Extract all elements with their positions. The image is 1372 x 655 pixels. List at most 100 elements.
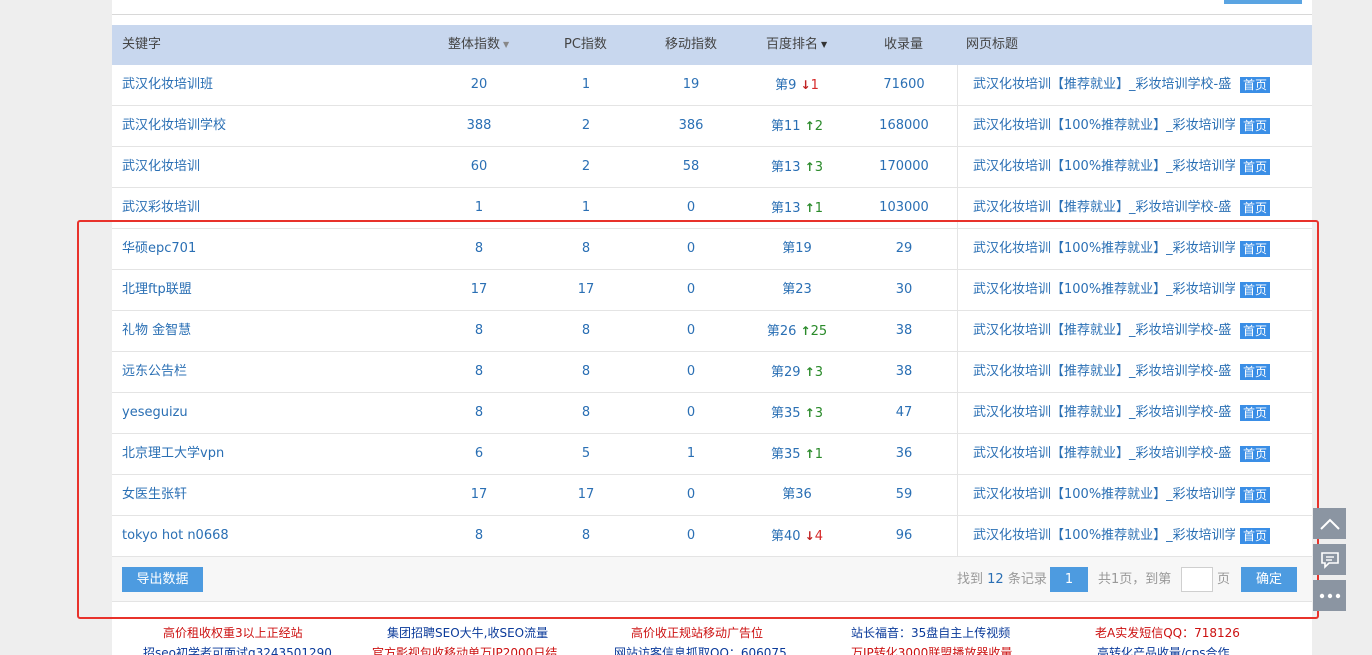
- divider: [112, 14, 1312, 15]
- ad-link[interactable]: 招seo初学者可面试q3243501290: [143, 644, 332, 655]
- indexed-count: 168000: [879, 118, 929, 133]
- keyword-link[interactable]: 礼物 金智慧: [122, 311, 191, 351]
- keyword-link[interactable]: 武汉化妆培训: [122, 147, 200, 187]
- table-row: yeseguizu 8 8 0 第35 ↑3 47 武汉化妆培训【推荐就业】_彩妆培训学校-…: [112, 393, 1312, 434]
- indexed-count: 29: [895, 241, 913, 256]
- baidu-rank: 第26 ↑25: [742, 311, 852, 351]
- baidu-rank: 第23: [742, 270, 852, 310]
- keyword-link[interactable]: yeseguizu: [122, 393, 188, 433]
- page-title-link[interactable]: 武汉化妆培训【推荐就业】_彩妆培训学校-盛: [973, 352, 1235, 392]
- page-title-link[interactable]: 武汉化妆培训【100%推荐就业】_彩妆培训学: [973, 106, 1235, 146]
- homepage-badge[interactable]: 首页: [1240, 528, 1271, 544]
- keyword-link[interactable]: 武汉化妆培训班: [122, 65, 213, 105]
- page-title-link[interactable]: 武汉化妆培训【推荐就业】_彩妆培训学校-盛: [973, 393, 1235, 433]
- homepage-badge[interactable]: 首页: [1240, 118, 1271, 134]
- page-title-link[interactable]: 武汉化妆培训【推荐就业】_彩妆培训学校-盛: [973, 311, 1235, 351]
- header-overall-index[interactable]: 整体指数 ▼: [448, 25, 509, 65]
- back-to-top-button[interactable]: [1313, 508, 1346, 539]
- page-title-link[interactable]: 武汉化妆培训【推荐就业】_彩妆培训学校-盛: [973, 65, 1235, 105]
- ad-link[interactable]: 集团招聘SEO大牛,收SEO流量: [387, 624, 548, 641]
- rank-value: 第13: [770, 160, 801, 175]
- column-divider: [957, 229, 958, 269]
- baidu-rank: 第13 ↑1: [742, 188, 852, 228]
- keyword-link[interactable]: 武汉化妆培训学校: [122, 106, 226, 146]
- homepage-badge[interactable]: 首页: [1240, 487, 1271, 503]
- keyword-link[interactable]: tokyo hot n0668: [122, 516, 229, 556]
- chat-bubble-icon: [1320, 551, 1339, 569]
- baidu-rank: 第40 ↓4: [742, 516, 852, 556]
- export-data-button[interactable]: 导出数据: [122, 567, 203, 592]
- ad-link[interactable]: 老A实发短信QQ：718126: [1095, 624, 1240, 641]
- page-title-link[interactable]: 武汉化妆培训【100%推荐就业】_彩妆培训学: [973, 475, 1235, 515]
- page-1-button[interactable]: 1: [1050, 567, 1088, 592]
- homepage-badge[interactable]: 首页: [1240, 446, 1271, 462]
- page-title-link[interactable]: 武汉化妆培训【100%推荐就业】_彩妆培训学: [973, 147, 1235, 187]
- ad-link[interactable]: 网站访客信息抓取QQ：606075: [614, 644, 787, 655]
- results-panel: 关键字 整体指数 ▼ PC指数 移动指数 百度排名 ▼ 收录量 网页标题 武汉化妆培…: [112, 0, 1312, 655]
- homepage-badge[interactable]: 首页: [1240, 159, 1271, 175]
- ad-link[interactable]: 高价租收权重3以上正经站: [163, 624, 303, 641]
- ad-link[interactable]: 高价收正规站移动广告位: [631, 624, 763, 641]
- homepage-badge[interactable]: 首页: [1240, 200, 1271, 216]
- pc-index: 8: [581, 241, 591, 256]
- mobile-index: 0: [686, 323, 696, 338]
- rank-change: 4: [814, 529, 824, 544]
- more-button[interactable]: [1313, 580, 1346, 611]
- page-suffix: 页: [1217, 572, 1231, 587]
- column-divider: [957, 106, 958, 146]
- table-row: 武汉化妆培训学校 388 2 386 第11 ↑2 168000 武汉化妆培训【100%推荐…: [112, 106, 1312, 147]
- keyword-link[interactable]: 华硕epc701: [122, 229, 196, 269]
- indexed-count: 96: [895, 528, 913, 543]
- homepage-badge[interactable]: 首页: [1240, 282, 1271, 298]
- page-title-link[interactable]: 武汉化妆培训【100%推荐就业】_彩妆培训学: [973, 270, 1235, 310]
- feedback-button[interactable]: [1313, 544, 1346, 575]
- page-title-link[interactable]: 武汉化妆培训【推荐就业】_彩妆培训学校-盛: [973, 188, 1235, 228]
- page-title-link[interactable]: 武汉化妆培训【推荐就业】_彩妆培训学校-盛: [973, 434, 1235, 474]
- mobile-index: 58: [682, 159, 700, 174]
- pc-index: 8: [581, 528, 591, 543]
- pc-index: 5: [581, 446, 591, 461]
- homepage-badge[interactable]: 首页: [1240, 241, 1271, 257]
- found-suffix: 条记录: [1007, 572, 1047, 587]
- ad-link[interactable]: 万IP转化3000联盟播放器收量: [851, 644, 1012, 655]
- page-number-input[interactable]: [1181, 567, 1213, 592]
- rank-value: 第26: [766, 324, 797, 339]
- sort-caret-icon[interactable]: ▼: [821, 40, 827, 49]
- table-row: 华硕epc701 8 8 0 第19 29 武汉化妆培训【100%推荐就业】_彩妆培训学 首页: [112, 229, 1312, 270]
- ad-link[interactable]: 站长福音：35盘自主上传视频: [851, 624, 1010, 641]
- page-title-link[interactable]: 武汉化妆培训【100%推荐就业】_彩妆培训学: [973, 229, 1235, 269]
- keyword-link[interactable]: 女医生张轩: [122, 475, 187, 515]
- rank-change: 1: [814, 447, 824, 462]
- rank-value: 第11: [770, 119, 801, 134]
- table-row: 女医生张轩 17 17 0 第36 59 武汉化妆培训【100%推荐就业】_彩妆培训学 首页: [112, 475, 1312, 516]
- header-pc-index: PC指数: [564, 37, 607, 52]
- keyword-link[interactable]: 远东公告栏: [122, 352, 187, 392]
- rank-change: 3: [814, 406, 824, 421]
- homepage-badge[interactable]: 首页: [1240, 364, 1271, 380]
- baidu-rank: 第35 ↑3: [742, 393, 852, 433]
- page-title-link[interactable]: 武汉化妆培训【100%推荐就业】_彩妆培训学: [973, 516, 1235, 556]
- rank-change: 25: [810, 324, 828, 339]
- indexed-count: 30: [895, 282, 913, 297]
- pc-index: 2: [581, 159, 591, 174]
- header-baidu-rank[interactable]: 百度排名 ▼: [766, 25, 827, 65]
- homepage-badge[interactable]: 首页: [1240, 323, 1271, 339]
- homepage-badge[interactable]: 首页: [1240, 77, 1271, 93]
- table-row: tokyo hot n0668 8 8 0 第40 ↓4 96 武汉化妆培训【100%推荐就…: [112, 516, 1312, 557]
- keyword-link[interactable]: 北理ftp联盟: [122, 270, 192, 310]
- rank-value: 第29: [770, 365, 801, 380]
- indexed-count: 71600: [883, 77, 925, 92]
- rank-value: 第19: [782, 241, 812, 256]
- rank-change: 3: [814, 365, 824, 380]
- keyword-link[interactable]: 武汉彩妆培训: [122, 188, 200, 228]
- ad-link[interactable]: 官方影视包收移动单万IP2000日结: [372, 644, 557, 655]
- sort-caret-icon[interactable]: ▼: [503, 40, 509, 49]
- keyword-link[interactable]: 北京理工大学vpn: [122, 434, 224, 474]
- arrow-up-icon: ↑: [804, 119, 815, 133]
- record-count: 找到 12 条记录: [957, 567, 1047, 592]
- top-button[interactable]: [1224, 0, 1302, 4]
- homepage-badge[interactable]: 首页: [1240, 405, 1271, 421]
- header-indexed: 收录量: [884, 37, 924, 52]
- ad-link[interactable]: 高转化产品收量/cps合作: [1097, 644, 1230, 655]
- confirm-button[interactable]: 确定: [1241, 567, 1297, 592]
